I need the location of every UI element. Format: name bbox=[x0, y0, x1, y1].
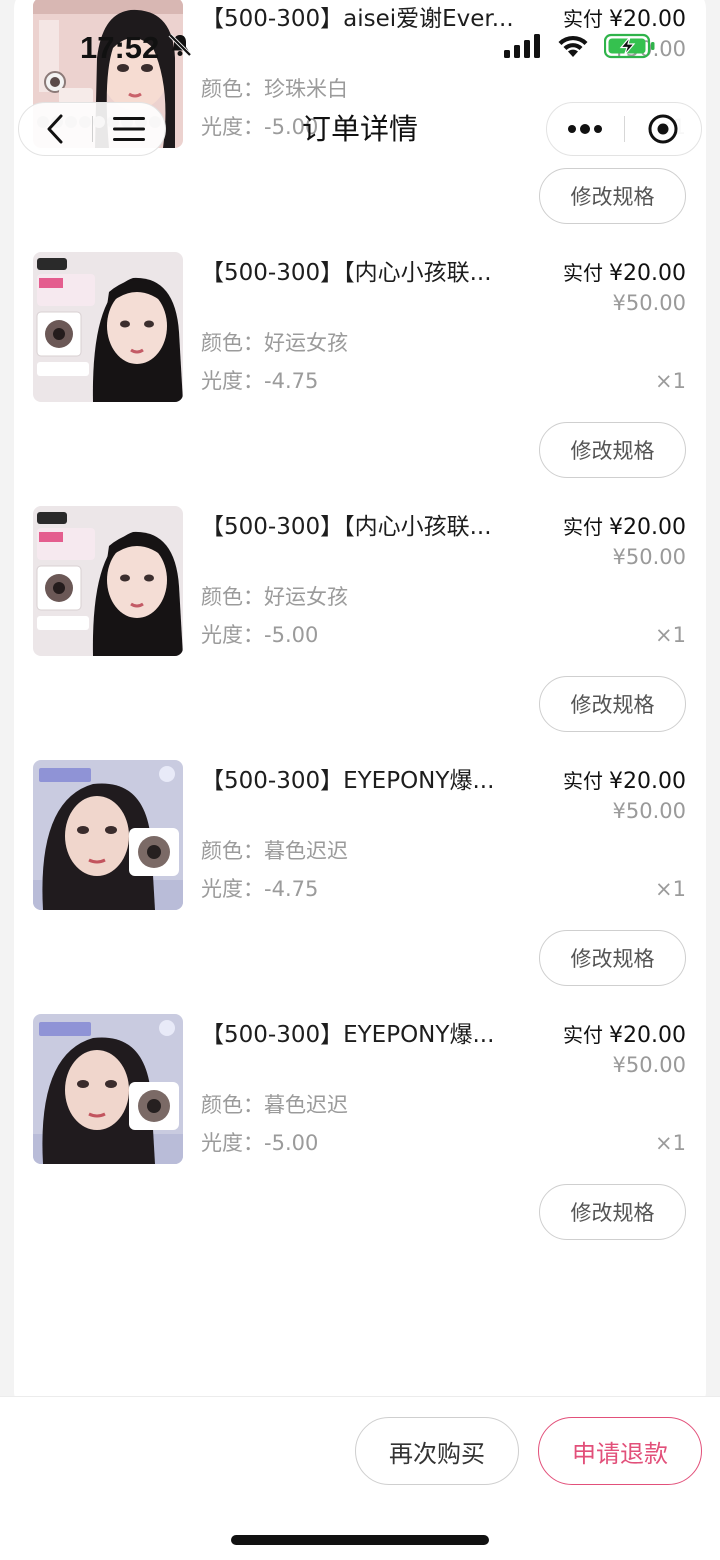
refund-button[interactable]: 申请退款 bbox=[538, 1417, 702, 1485]
product-thumbnail[interactable] bbox=[33, 760, 183, 910]
battery-charging-icon bbox=[603, 33, 656, 63]
modify-spec-button[interactable]: 修改规格 bbox=[539, 422, 686, 478]
paid-price: 实付 ¥20.00 bbox=[563, 764, 686, 799]
paid-label: 实付 bbox=[563, 1023, 604, 1047]
product-title[interactable]: 【500-300】EYEPONY爆... bbox=[201, 764, 519, 798]
power-value: -4.75 bbox=[264, 369, 319, 393]
order-item[interactable]: 【500-300】【内心小孩联... 实付 ¥20.00 ¥50.00 颜色：好运女孩光… bbox=[14, 506, 706, 760]
power-label: 光度： bbox=[201, 369, 264, 393]
rebuy-button[interactable]: 再次购买 bbox=[355, 1417, 519, 1485]
original-price: ¥50.00 bbox=[612, 545, 686, 569]
paid-price: 实付 ¥20.00 bbox=[563, 510, 686, 545]
color-value: 暮色迟迟 bbox=[264, 1093, 348, 1117]
color-spec: 颜色：暮色迟迟 bbox=[201, 836, 348, 866]
color-spec: 颜色：好运女孩 bbox=[201, 582, 348, 612]
paid-amount: ¥20.00 bbox=[609, 515, 686, 540]
quantity: ×1 bbox=[655, 1131, 686, 1155]
power-value: -5.00 bbox=[264, 623, 319, 647]
order-item[interactable]: 【500-300】【内心小孩联... 实付 ¥20.00 ¥50.00 颜色：好运女孩光… bbox=[14, 252, 706, 506]
cellular-signal-icon bbox=[504, 34, 542, 62]
product-title[interactable]: 【500-300】【内心小孩联... bbox=[201, 256, 519, 290]
color-label: 颜色： bbox=[201, 1093, 264, 1117]
color-spec: 颜色：好运女孩 bbox=[201, 328, 348, 358]
paid-amount: ¥20.00 bbox=[609, 261, 686, 286]
miniprogram-capsule bbox=[546, 102, 702, 156]
power-spec: 光度：-4.75 bbox=[201, 874, 318, 904]
product-thumbnail[interactable] bbox=[33, 252, 183, 402]
wifi-icon bbox=[556, 33, 590, 63]
paid-price: 实付 ¥20.00 bbox=[563, 256, 686, 291]
power-spec: 光度：-4.75 bbox=[201, 366, 318, 396]
order-item[interactable]: 【500-300】EYEPONY爆... 实付 ¥20.00 ¥50.00 颜色：暮色迟… bbox=[14, 760, 706, 1014]
color-label: 颜色： bbox=[201, 331, 264, 355]
home-indicator[interactable] bbox=[231, 1535, 489, 1545]
quantity: ×1 bbox=[655, 369, 686, 393]
color-label: 颜色： bbox=[201, 839, 264, 863]
paid-label: 实付 bbox=[563, 515, 604, 539]
navigation-header: 订单详情 bbox=[0, 96, 720, 162]
modify-spec-button[interactable]: 修改规格 bbox=[539, 930, 686, 986]
power-value: -4.75 bbox=[264, 877, 319, 901]
mute-bell-icon bbox=[167, 30, 193, 66]
more-options-button[interactable] bbox=[547, 102, 624, 156]
order-items-card: 【500-300】aisei爱谢Ever... 实付 ¥20.00 ¥50.00 颜色：… bbox=[14, 0, 706, 1410]
power-spec: 光度：-5.00 bbox=[201, 1128, 318, 1158]
bottom-action-bar: 再次购买 申请退款 bbox=[0, 1396, 720, 1560]
power-value: -5.00 bbox=[264, 1131, 319, 1155]
more-dots-icon bbox=[568, 124, 603, 134]
product-thumbnail[interactable] bbox=[33, 1014, 183, 1164]
original-price: ¥50.00 bbox=[612, 799, 686, 823]
color-label: 颜色： bbox=[201, 585, 264, 609]
status-indicators bbox=[504, 33, 656, 63]
status-bar: 17:52 bbox=[0, 0, 720, 96]
power-label: 光度： bbox=[201, 1131, 264, 1155]
original-price: ¥50.00 bbox=[612, 1053, 686, 1077]
original-price: ¥50.00 bbox=[612, 291, 686, 315]
modify-spec-button[interactable]: 修改规格 bbox=[539, 676, 686, 732]
product-title[interactable]: 【500-300】【内心小孩联... bbox=[201, 510, 519, 544]
quantity: ×1 bbox=[655, 877, 686, 901]
quantity: ×1 bbox=[655, 623, 686, 647]
order-item[interactable]: 【500-300】EYEPONY爆... 实付 ¥20.00 ¥50.00 颜色：暮色迟… bbox=[14, 1014, 706, 1268]
status-time: 17:52 bbox=[80, 30, 193, 66]
power-label: 光度： bbox=[201, 623, 264, 647]
power-spec: 光度：-5.00 bbox=[201, 620, 318, 650]
paid-price: 实付 ¥20.00 bbox=[563, 1018, 686, 1053]
close-miniprogram-button[interactable] bbox=[625, 102, 702, 156]
modify-spec-button[interactable]: 修改规格 bbox=[539, 168, 686, 224]
target-circle-icon bbox=[648, 114, 678, 144]
status-time-text: 17:52 bbox=[80, 30, 160, 65]
paid-amount: ¥20.00 bbox=[609, 1023, 686, 1048]
paid-label: 实付 bbox=[563, 769, 604, 793]
power-label: 光度： bbox=[201, 877, 264, 901]
product-thumbnail[interactable] bbox=[33, 506, 183, 656]
color-value: 暮色迟迟 bbox=[264, 839, 348, 863]
color-value: 好运女孩 bbox=[264, 585, 348, 609]
color-value: 好运女孩 bbox=[264, 331, 348, 355]
modify-spec-button[interactable]: 修改规格 bbox=[539, 1184, 686, 1240]
color-spec: 颜色：暮色迟迟 bbox=[201, 1090, 348, 1120]
product-title[interactable]: 【500-300】EYEPONY爆... bbox=[201, 1018, 519, 1052]
paid-amount: ¥20.00 bbox=[609, 769, 686, 794]
paid-label: 实付 bbox=[563, 261, 604, 285]
